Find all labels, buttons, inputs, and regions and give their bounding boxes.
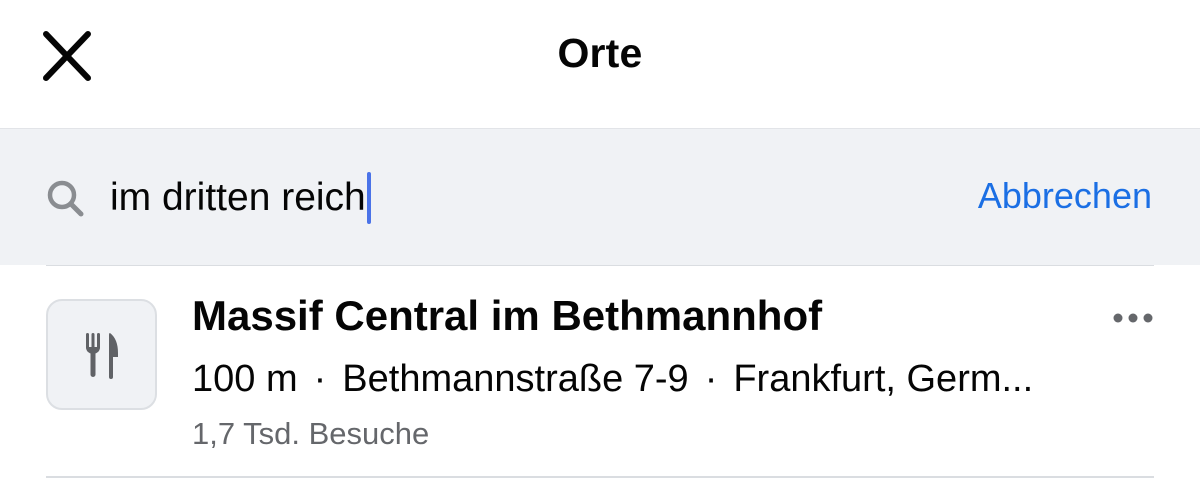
more-options-button[interactable] (1112, 310, 1154, 326)
header-bar: Orte (0, 0, 1200, 128)
place-visits: 1,7 Tsd. Besuche (192, 416, 430, 451)
list-item[interactable]: Massif Central im Bethmannhof 100 m · Beth… (0, 266, 1200, 478)
place-thumbnail (46, 299, 157, 410)
text-caret (366, 172, 371, 224)
place-city: Frankfurt, Germ... (733, 358, 1034, 400)
search-icon (44, 177, 86, 219)
search-query: im dritten reich (110, 176, 366, 219)
separator: · (704, 358, 718, 400)
place-distance: 100 m (192, 358, 298, 400)
divider (46, 476, 1154, 478)
search-input[interactable]: im dritten reich (110, 170, 371, 226)
place-details: 100 m · Bethmannstraße 7-9 · Frankfurt, Germ… (192, 358, 1157, 401)
cancel-button[interactable]: Abbrechen (978, 175, 1152, 217)
more-options-icon (1112, 310, 1154, 326)
page-title: Orte (557, 30, 643, 76)
separator: · (313, 358, 327, 400)
restaurant-icon (82, 331, 122, 379)
place-name: Massif Central im Bethmannhof (192, 292, 823, 339)
place-address: Bethmannstraße 7-9 (342, 358, 689, 400)
